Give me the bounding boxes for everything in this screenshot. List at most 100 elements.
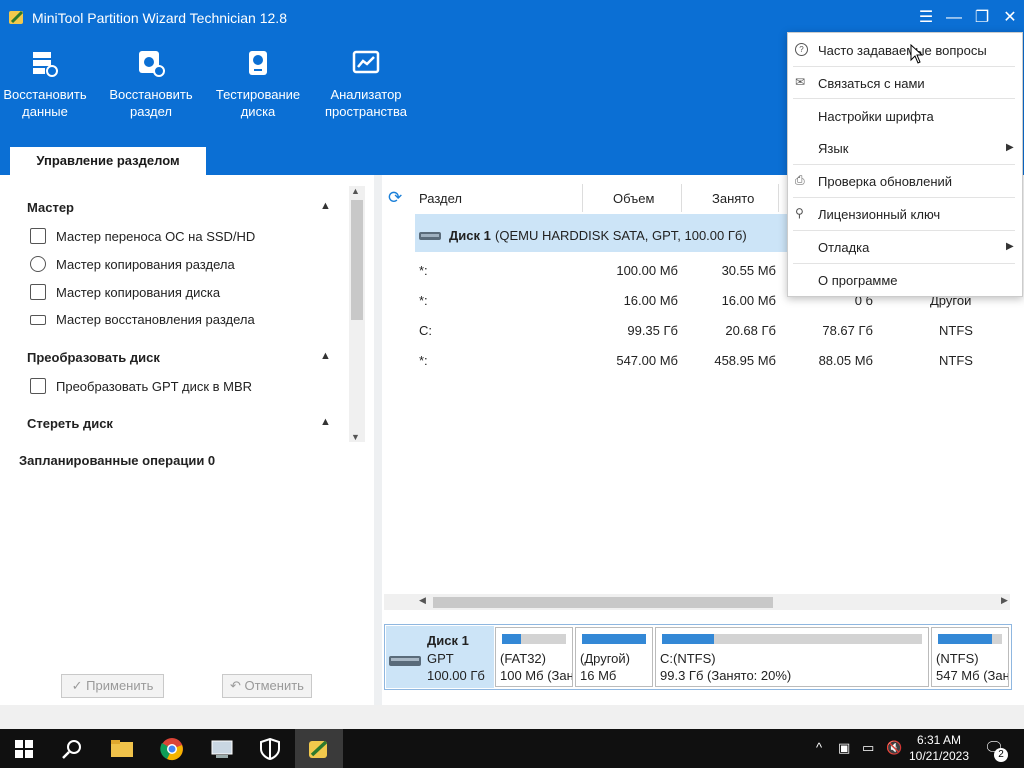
row-size: 100.00 Мб	[616, 263, 678, 278]
menu-separator	[793, 164, 1015, 165]
section-wizard-title[interactable]: Мастер	[27, 200, 74, 215]
data-recovery-button[interactable]: Восстановить данные	[0, 48, 97, 120]
security-button[interactable]	[246, 729, 294, 768]
scroll-up-icon[interactable]: ▲	[351, 186, 360, 196]
disk-map-size: 100.00 Гб	[427, 668, 485, 683]
tray-app-icon[interactable]: ▣	[838, 740, 850, 756]
scroll-down-icon[interactable]: ▼	[351, 432, 360, 442]
partition-block[interactable]: (NTFS) 547 Мб (Зан	[931, 627, 1009, 687]
scroll-right-icon[interactable]: ▶	[1001, 595, 1008, 606]
usage-bar	[662, 634, 922, 644]
file-explorer-button[interactable]	[98, 729, 146, 768]
close-button[interactable]: ✕	[996, 6, 1024, 30]
section-convert-disk-title[interactable]: Преобразовать диск	[27, 350, 160, 365]
row-size: 99.35 Гб	[627, 323, 678, 338]
taskbar-clock[interactable]: 6:31 AM 10/21/2023	[906, 732, 972, 764]
menu-separator	[793, 197, 1015, 198]
partition-block[interactable]: C:(NTFS) 99.3 Гб (Занято: 20%)	[655, 627, 929, 687]
partition-recovery-icon	[139, 51, 165, 77]
copy-disk-wizard[interactable]: Мастер копирования диска	[30, 284, 220, 300]
row-filesystem: NTFS	[939, 323, 973, 338]
search-icon	[62, 739, 81, 759]
undo-button[interactable]: ↶ Отменить	[222, 674, 312, 698]
menu-item-faq[interactable]: Часто задаваемые вопросы	[818, 43, 987, 58]
column-used[interactable]: Занято	[712, 190, 754, 212]
menu-icon[interactable]: ☰	[912, 6, 940, 30]
status-bar	[0, 705, 1024, 729]
row-used: 20.68 Гб	[725, 323, 776, 338]
column-separator	[778, 184, 779, 212]
collapse-chevron-icon[interactable]: ▲	[320, 416, 331, 428]
copy-disk-icon	[30, 284, 46, 300]
row-size: 16.00 Мб	[623, 293, 678, 308]
panel-divider[interactable]	[374, 175, 382, 705]
start-button[interactable]	[0, 729, 48, 768]
partition-wizard-button[interactable]	[295, 729, 343, 768]
disk-row-info: (QEMU HARDDISK SATA, GPT, 100.00 Гб)	[495, 228, 747, 243]
search-button[interactable]	[48, 729, 96, 768]
collapse-chevron-icon[interactable]: ▲	[320, 350, 331, 362]
clock-time: 6:31 AM	[916, 733, 962, 747]
partition-recovery-button[interactable]: Восстановить раздел	[99, 48, 203, 120]
disk-management-button[interactable]	[198, 729, 246, 768]
network-icon[interactable]: ▭	[862, 740, 874, 756]
chrome-icon	[160, 737, 183, 760]
column-separator	[681, 184, 682, 212]
apply-button[interactable]: ✓ Применить	[61, 674, 164, 698]
column-partition[interactable]: Раздел	[419, 190, 462, 212]
minimize-button[interactable]: —	[940, 6, 968, 30]
chrome-button[interactable]	[148, 729, 196, 768]
space-analyzer-icon	[352, 50, 380, 74]
menu-item-language[interactable]: Язык	[818, 141, 848, 156]
migrate-os-icon	[30, 228, 46, 244]
migrate-os-wizard[interactable]: Мастер переноса ОС на SSD/HD	[30, 228, 255, 244]
collapse-chevron-icon[interactable]: ▲	[320, 200, 331, 212]
clock-date: 10/21/2023	[908, 749, 970, 763]
usage-bar	[502, 634, 566, 644]
volume-muted-icon[interactable]: 🔇	[886, 740, 902, 756]
sidebar-scroll-thumb[interactable]	[351, 200, 363, 320]
menu-item-license-key[interactable]: Лицензионный ключ	[818, 207, 940, 222]
usage-bar	[582, 634, 646, 644]
menu-separator	[793, 263, 1015, 264]
disk-recovery-icon	[30, 314, 46, 325]
data-recovery-icon	[33, 52, 58, 77]
action-panel	[0, 175, 372, 705]
notification-badge: 2	[994, 748, 1008, 762]
row-size: 547.00 Мб	[616, 353, 678, 368]
partition-block[interactable]: (Другой) 16 Мб	[575, 627, 653, 687]
usage-bar	[938, 634, 1002, 644]
disk-benchmark-button[interactable]: Тестирование диска	[206, 48, 310, 120]
space-analyzer-button[interactable]: Анализатор пространства	[314, 48, 418, 120]
convert-gpt-to-mbr[interactable]: Преобразовать GPT диск в MBR	[30, 378, 252, 394]
tray-expand-icon[interactable]: ^	[816, 740, 822, 755]
submenu-arrow-icon: ▶	[1006, 142, 1014, 153]
shield-icon	[260, 737, 280, 760]
update-icon: ⎙	[795, 173, 805, 187]
menu-item-about[interactable]: О программе	[818, 273, 898, 288]
menu-separator	[793, 66, 1015, 67]
restore-button[interactable]: ❐	[968, 6, 996, 30]
copy-partition-wizard[interactable]: Мастер копирования раздела	[30, 256, 235, 272]
table-scroll-thumb[interactable]	[433, 597, 773, 608]
windows-logo-icon	[15, 739, 33, 758]
disk-map-type: GPT	[427, 651, 454, 666]
partition-block[interactable]: (FAT32) 100 Мб (Зан	[495, 627, 573, 687]
tab-partition-management[interactable]: Управление разделом	[10, 147, 206, 175]
disk-map-name: Диск 1	[427, 633, 469, 648]
column-size[interactable]: Объем	[613, 190, 654, 212]
partition-recovery-wizard[interactable]: Мастер восстановления раздела	[30, 312, 255, 327]
scroll-left-icon[interactable]: ◀	[419, 595, 426, 606]
folder-icon	[111, 739, 133, 757]
menu-item-check-updates[interactable]: Проверка обновлений	[818, 174, 952, 189]
refresh-icon[interactable]: ⟳	[388, 188, 402, 208]
hard-disk-icon	[419, 232, 441, 240]
row-filesystem: NTFS	[939, 353, 973, 368]
section-wipe-disk-title[interactable]: Стереть диск	[27, 416, 113, 431]
menu-item-contact[interactable]: Связаться с нами	[818, 76, 925, 91]
menu-item-font-settings[interactable]: Настройки шрифта	[818, 109, 934, 124]
pending-operations: Запланированные операции 0	[19, 453, 216, 468]
window-title: MiniTool Partition Wizard Technician 12.…	[32, 10, 287, 26]
menu-item-debug[interactable]: Отладка	[818, 240, 869, 255]
row-partition: *:	[419, 353, 428, 368]
